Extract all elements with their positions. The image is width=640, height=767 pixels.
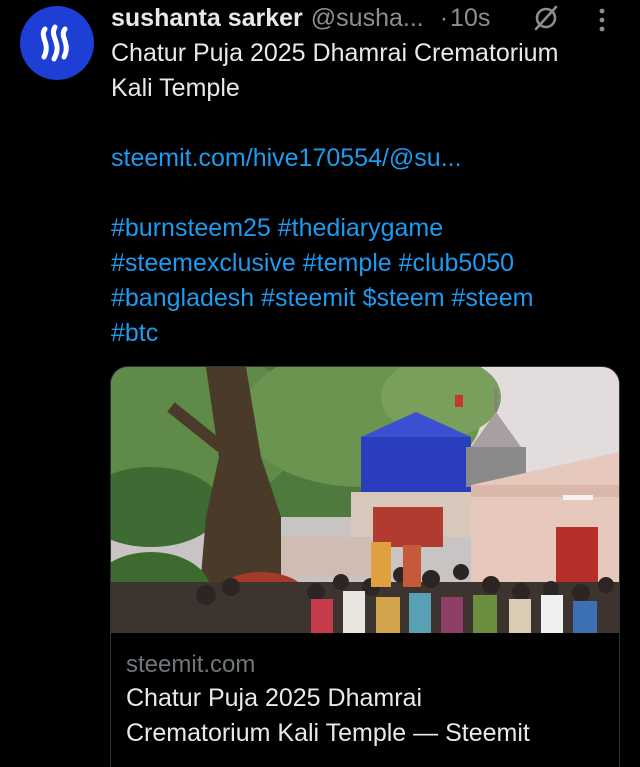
author-name[interactable]: sushanta sarker bbox=[111, 4, 303, 33]
hashtag-line[interactable]: #steemexclusive #temple #club5050 bbox=[111, 246, 621, 281]
tweet-text-line: Chatur Puja 2025 Dhamrai Crematorium bbox=[111, 39, 559, 67]
hashtag-line[interactable]: #btc bbox=[111, 316, 621, 351]
tweet-text-line: Kali Temple bbox=[111, 74, 240, 102]
steem-logo-icon bbox=[40, 24, 69, 62]
card-domain: steemit.com bbox=[126, 651, 256, 678]
separator-dot: · bbox=[439, 3, 449, 32]
timestamp[interactable]: 10s bbox=[450, 4, 490, 33]
hashtag-line[interactable]: #bangladesh #steemit $steem #steem bbox=[111, 281, 621, 316]
tweet-link[interactable]: steemit.com/hive170554/@su... bbox=[111, 141, 621, 176]
hashtag-line[interactable]: #burnsteem25 #thediarygame bbox=[111, 211, 621, 246]
more-options-icon[interactable] bbox=[594, 6, 610, 34]
grok-icon[interactable] bbox=[532, 4, 560, 32]
author-handle[interactable]: @susha... bbox=[311, 4, 424, 33]
card-image[interactable] bbox=[111, 367, 619, 633]
card-title-line: Chatur Puja 2025 Dhamrai bbox=[126, 684, 422, 712]
card-text: steemit.com Chatur Puja 2025 Dhamrai Cre… bbox=[126, 649, 606, 751]
card-title-line: Crematorium Kali Temple — Steemit bbox=[126, 719, 530, 747]
tweet-text: Chatur Puja 2025 Dhamrai Crematorium Kal… bbox=[111, 36, 621, 351]
link-preview-card[interactable]: steemit.com Chatur Puja 2025 Dhamrai Cre… bbox=[110, 366, 620, 767]
avatar[interactable] bbox=[20, 6, 94, 80]
